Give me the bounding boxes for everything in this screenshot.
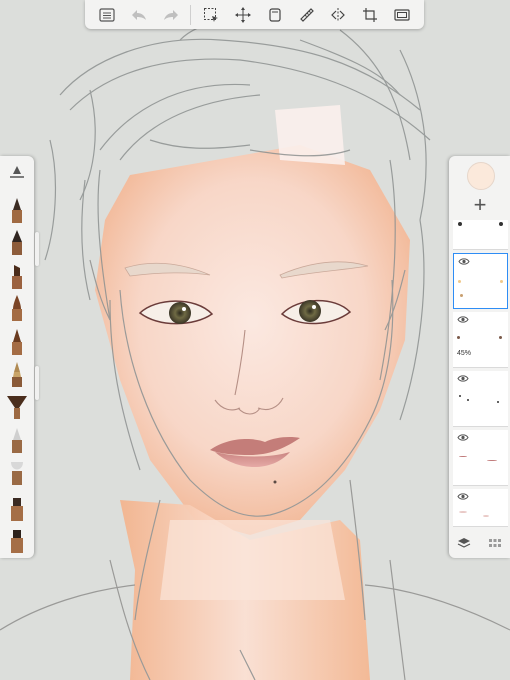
add-layer-button[interactable]: +	[468, 194, 492, 218]
symmetry-icon[interactable]	[326, 3, 352, 27]
soft-brush-icon[interactable]	[7, 458, 27, 486]
eraser-icon[interactable]	[7, 526, 27, 554]
redo-icon[interactable]	[158, 3, 184, 27]
layer-thumbnail[interactable]	[453, 430, 508, 486]
layer-thumbnail[interactable]	[453, 220, 508, 250]
airbrush-icon[interactable]	[7, 328, 27, 356]
list-icon[interactable]	[94, 3, 120, 27]
ink-pen-icon[interactable]	[7, 360, 27, 388]
undo-icon[interactable]	[126, 3, 152, 27]
layer-thumbnail-selected[interactable]	[453, 253, 508, 309]
eye-icon[interactable]	[457, 433, 469, 442]
layer-thumbnail[interactable]	[453, 489, 508, 527]
top-toolbar	[85, 0, 424, 29]
layers-panel: + 45%	[449, 156, 510, 558]
color-swatch[interactable]	[467, 162, 495, 190]
eye-icon[interactable]	[457, 492, 469, 501]
fullscreen-icon[interactable]	[389, 3, 415, 27]
grid-icon[interactable]	[488, 536, 502, 550]
layers-stack-icon[interactable]	[457, 536, 471, 550]
ballpoint-brush-icon[interactable]	[7, 228, 27, 256]
smudge-brush-icon[interactable]	[7, 426, 27, 454]
brush-panel-handle[interactable]	[35, 366, 39, 400]
drawing-canvas[interactable]	[0, 0, 510, 680]
fan-brush-icon[interactable]	[7, 392, 27, 420]
eye-icon[interactable]	[458, 257, 470, 266]
toolbar-separator	[190, 4, 192, 25]
layer-opacity-label: 45%	[457, 350, 472, 357]
crop-icon[interactable]	[357, 3, 383, 27]
transform-icon[interactable]	[230, 3, 256, 27]
ruler-icon[interactable]	[294, 3, 320, 27]
brush-panel-handle[interactable]	[35, 232, 39, 266]
eye-icon[interactable]	[457, 374, 469, 383]
selection-icon[interactable]	[198, 3, 224, 27]
brush-size-slider-icon[interactable]	[7, 160, 27, 188]
layer-thumbnail[interactable]	[453, 371, 508, 427]
paintbrush-icon[interactable]	[7, 294, 27, 322]
layer-thumbnail[interactable]: 45%	[453, 312, 508, 368]
layers-footer	[449, 528, 510, 558]
pencil-brush-icon[interactable]	[7, 196, 27, 224]
marker-brush-icon[interactable]	[7, 262, 27, 290]
eye-icon[interactable]	[457, 315, 469, 324]
brush-palette	[0, 156, 34, 558]
blender-brush-icon[interactable]	[7, 494, 27, 522]
layer-copy-icon[interactable]	[262, 3, 288, 27]
